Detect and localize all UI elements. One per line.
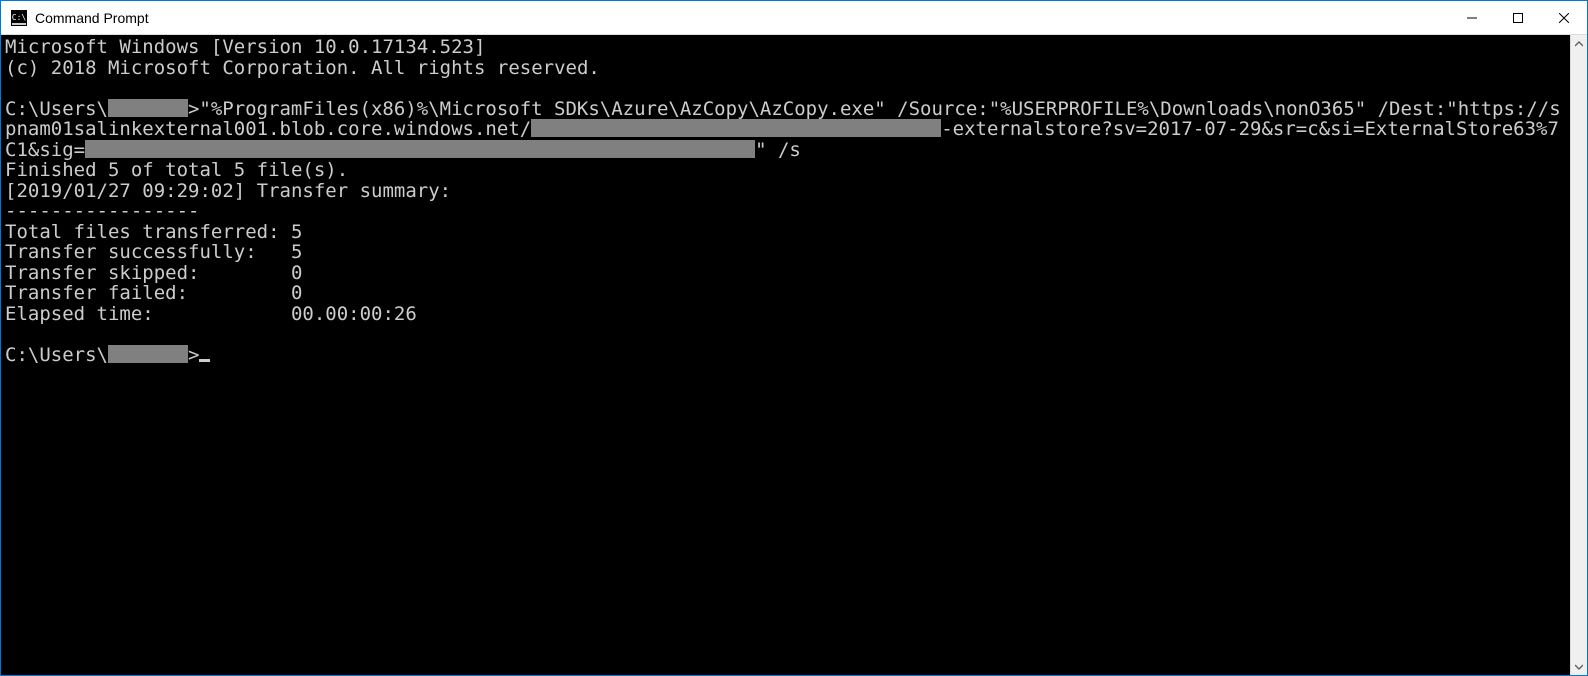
redacted-username-1	[108, 99, 188, 117]
titlebar[interactable]: C:\ Command Prompt	[1, 1, 1587, 35]
scroll-up-button[interactable]	[1571, 35, 1588, 52]
chevron-down-icon	[1575, 663, 1583, 671]
window-title: Command Prompt	[35, 10, 149, 26]
prompt-prefix-1: C:\Users\	[5, 98, 108, 120]
command-part3: " /s	[755, 139, 801, 161]
app-icon: C:\	[11, 10, 27, 26]
out-failed: Transfer failed: 0	[5, 282, 302, 304]
out-summary-header: [2019/01/27 09:29:02] Transfer summary:	[5, 180, 451, 202]
minimize-icon	[1467, 13, 1477, 23]
out-elapsed: Elapsed time: 00.00:00:26	[5, 303, 417, 325]
prompt-prefix-2: C:\Users\	[5, 344, 108, 366]
out-skipped: Transfer skipped: 0	[5, 262, 302, 284]
vertical-scrollbar[interactable]	[1570, 35, 1587, 675]
out-finished: Finished 5 of total 5 file(s).	[5, 159, 348, 181]
out-total: Total files transferred: 5	[5, 221, 302, 243]
redacted-container	[531, 119, 941, 137]
close-button[interactable]	[1541, 1, 1587, 35]
maximize-icon	[1513, 13, 1523, 23]
redacted-sig	[85, 140, 755, 158]
out-separator: -----------------	[5, 200, 199, 222]
terminal-output[interactable]: Microsoft Windows [Version 10.0.17134.52…	[1, 35, 1570, 675]
line-version: Microsoft Windows [Version 10.0.17134.52…	[5, 36, 485, 58]
scroll-down-button[interactable]	[1571, 658, 1588, 675]
prompt-gt-1: >	[188, 98, 199, 120]
minimize-button[interactable]	[1449, 1, 1495, 35]
window-body: Microsoft Windows [Version 10.0.17134.52…	[1, 35, 1587, 675]
redacted-username-2	[108, 345, 188, 363]
text-cursor	[199, 359, 210, 362]
close-icon	[1559, 13, 1569, 23]
chevron-up-icon	[1575, 40, 1583, 48]
line-copyright: (c) 2018 Microsoft Corporation. All righ…	[5, 57, 600, 79]
command-prompt-window: C:\ Command Prompt Microsoft Windows [Ve…	[0, 0, 1588, 676]
prompt-gt-2: >	[188, 344, 199, 366]
maximize-button[interactable]	[1495, 1, 1541, 35]
out-success: Transfer successfully: 5	[5, 241, 302, 263]
